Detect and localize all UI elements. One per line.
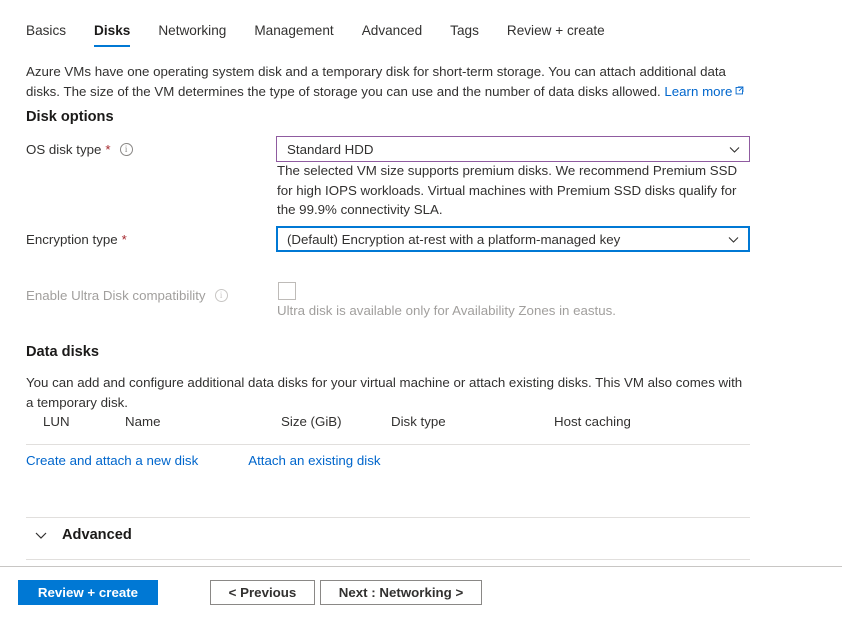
- wizard-tabs: Basics Disks Networking Management Advan…: [26, 20, 619, 49]
- actions-spacer: [198, 453, 248, 468]
- ultra-disk-label: Enable Ultra Disk compatibility: [26, 288, 228, 303]
- tab-basics[interactable]: Basics: [26, 20, 80, 49]
- os-disk-type-required-marker: *: [105, 142, 111, 157]
- encryption-type-value: (Default) Encryption at-rest with a plat…: [287, 231, 621, 247]
- chevron-down-icon: [727, 233, 740, 246]
- previous-button[interactable]: < Previous: [210, 580, 315, 605]
- attach-existing-disk-link[interactable]: Attach an existing disk: [248, 453, 380, 468]
- tab-advanced[interactable]: Advanced: [348, 20, 436, 49]
- review-create-button[interactable]: Review + create: [18, 580, 158, 605]
- tab-review-create[interactable]: Review + create: [493, 20, 619, 49]
- os-disk-type-helper-text: The selected VM size supports premium di…: [277, 163, 738, 217]
- encryption-type-required-marker: *: [121, 232, 127, 247]
- page-description: Azure VMs have one operating system disk…: [26, 62, 756, 101]
- tab-tags[interactable]: Tags: [436, 20, 493, 49]
- data-disks-table-header: LUN Name Size (GiB) Disk type Host cachi…: [26, 414, 750, 445]
- column-header-lun: LUN: [43, 414, 70, 429]
- data-disks-heading: Data disks: [26, 344, 100, 360]
- column-header-size: Size (GiB): [281, 414, 342, 429]
- column-header-name: Name: [125, 414, 161, 429]
- chevron-down-icon: [34, 528, 48, 542]
- tab-disks[interactable]: Disks: [80, 20, 144, 49]
- column-header-host-caching: Host caching: [554, 414, 631, 429]
- disk-options-heading: Disk options: [26, 109, 114, 125]
- encryption-type-label-text: Encryption type: [26, 232, 118, 247]
- advanced-section-toggle[interactable]: Advanced: [34, 527, 132, 543]
- learn-more-link[interactable]: Learn more: [664, 84, 744, 99]
- os-disk-type-value: Standard HDD: [287, 141, 374, 157]
- data-disks-actions: Create and attach a new disk Attach an e…: [26, 453, 381, 468]
- create-and-attach-new-disk-link[interactable]: Create and attach a new disk: [26, 453, 198, 468]
- os-disk-type-info-icon[interactable]: [119, 143, 133, 156]
- ultra-disk-label-text: Enable Ultra Disk compatibility: [26, 288, 206, 303]
- advanced-section-bottom-divider: [26, 559, 750, 560]
- encryption-type-label: Encryption type *: [26, 232, 127, 247]
- encryption-type-dropdown[interactable]: (Default) Encryption at-rest with a plat…: [276, 226, 750, 252]
- os-disk-type-dropdown[interactable]: Standard HDD: [276, 136, 750, 162]
- os-disk-type-label: OS disk type *: [26, 142, 133, 157]
- ultra-disk-info-icon[interactable]: [214, 289, 228, 302]
- tab-management[interactable]: Management: [240, 20, 347, 49]
- os-disk-type-label-text: OS disk type: [26, 142, 102, 157]
- advanced-section-label: Advanced: [62, 527, 132, 543]
- chevron-down-icon: [728, 143, 741, 156]
- ultra-disk-helper-text: Ultra disk is available only for Availab…: [277, 303, 616, 318]
- footer-divider: [0, 566, 842, 567]
- advanced-section-top-divider: [26, 517, 750, 518]
- tab-networking[interactable]: Networking: [144, 20, 240, 49]
- learn-more-label: Learn more: [664, 83, 733, 99]
- data-disks-description: You can add and configure additional dat…: [26, 375, 743, 410]
- next-networking-button[interactable]: Next : Networking >: [320, 580, 482, 605]
- ultra-disk-checkbox[interactable]: [278, 282, 296, 300]
- column-header-disk-type: Disk type: [391, 414, 446, 429]
- page-description-text: Azure VMs have one operating system disk…: [26, 64, 726, 99]
- external-link-icon: [735, 86, 744, 95]
